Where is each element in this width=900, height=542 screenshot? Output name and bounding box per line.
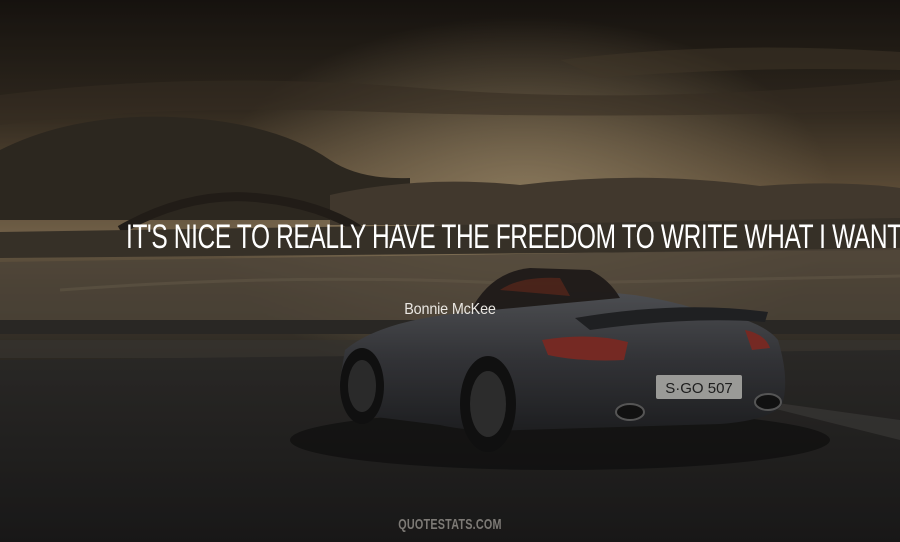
quote-image: S·GO 507 It's nice to really have the fr… [0,0,900,542]
quote-text: It's nice to really have the freedom to … [126,218,900,256]
site-watermark: QUOTESTATS.COM [398,516,502,533]
quote-author: Bonnie McKee [404,301,496,318]
dark-overlay [0,0,900,542]
